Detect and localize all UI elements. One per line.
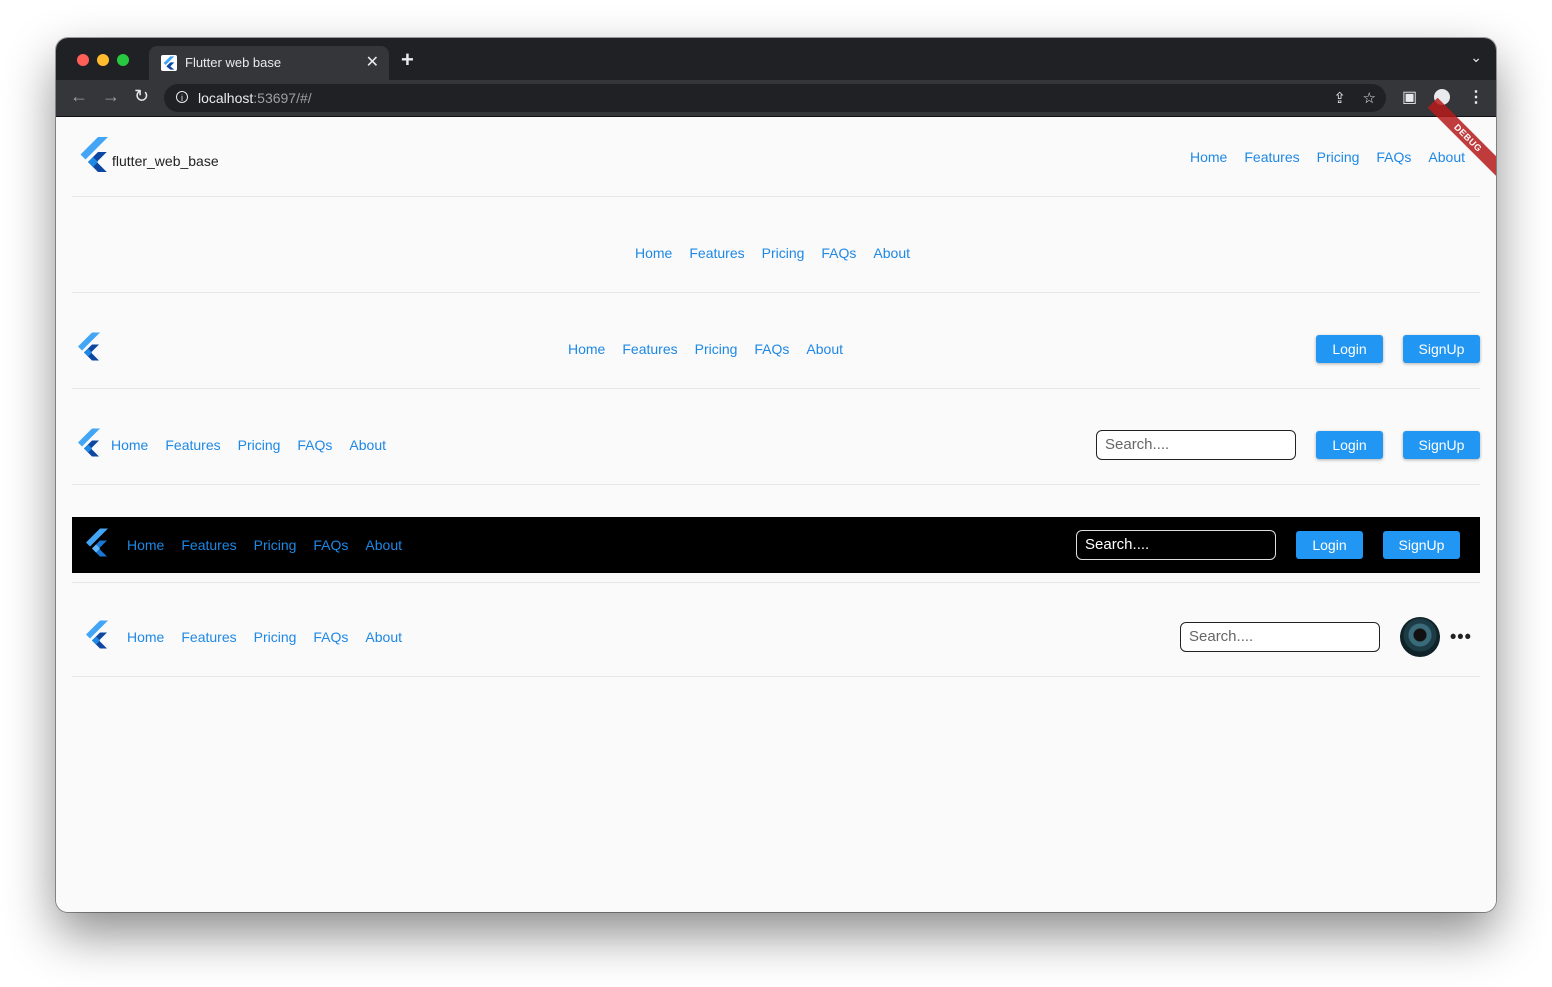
nav-faqs-link[interactable]: FAQs: [1376, 149, 1411, 165]
divider: [72, 582, 1480, 583]
kebab-menu-icon[interactable]: ⋮: [1468, 87, 1484, 107]
flutter-logo-icon[interactable]: [84, 528, 108, 563]
browser-toolbar: ← → ↻ i localhost:53697/#/ ⇪ ☆ ▣ ⋮: [56, 80, 1496, 117]
nav-about-link[interactable]: About: [806, 341, 843, 357]
login-button[interactable]: Login: [1316, 430, 1383, 459]
nav-links: Home Features Pricing FAQs About: [127, 629, 402, 645]
login-button[interactable]: Login: [1316, 334, 1383, 363]
nav-about-link[interactable]: About: [349, 437, 386, 453]
nav-home-link[interactable]: Home: [635, 245, 672, 261]
search-input[interactable]: Search....: [1180, 621, 1380, 652]
flutter-logo-icon[interactable]: [84, 619, 108, 654]
login-button[interactable]: Login: [1296, 531, 1363, 559]
reload-icon[interactable]: ↻: [134, 86, 149, 107]
nav-pricing-link[interactable]: Pricing: [1317, 149, 1360, 165]
nav-features-link[interactable]: Features: [1244, 149, 1299, 165]
nav-faqs-link[interactable]: FAQs: [297, 437, 332, 453]
share-icon[interactable]: ⇪: [1333, 89, 1346, 107]
nav-features-link[interactable]: Features: [181, 537, 236, 553]
signup-button[interactable]: SignUp: [1403, 430, 1480, 459]
more-options-icon[interactable]: •••: [1450, 626, 1472, 647]
nav-faqs-link[interactable]: FAQs: [313, 537, 348, 553]
navbar-2: Home Features Pricing FAQs About: [72, 213, 1480, 293]
nav-links: Home Features Pricing FAQs About: [1190, 149, 1465, 165]
nav-links: Home Features Pricing FAQs About: [127, 537, 402, 553]
search-input[interactable]: Search....: [1096, 429, 1296, 460]
forward-arrow-icon[interactable]: →: [102, 86, 120, 107]
nav-links: Home Features Pricing FAQs About: [635, 245, 910, 261]
nav-pricing-link[interactable]: Pricing: [762, 245, 805, 261]
close-tab-icon[interactable]: ✕: [366, 52, 379, 72]
nav-home-link[interactable]: Home: [127, 629, 164, 645]
signup-button[interactable]: SignUp: [1383, 531, 1460, 559]
navbar-5-dark: Home Features Pricing FAQs About Search.…: [72, 517, 1480, 573]
nav-faqs-link[interactable]: FAQs: [754, 341, 789, 357]
nav-links: Home Features Pricing FAQs About: [568, 341, 843, 357]
nav-home-link[interactable]: Home: [568, 341, 605, 357]
nav-faqs-link[interactable]: FAQs: [313, 629, 348, 645]
nav-home-link[interactable]: Home: [127, 537, 164, 553]
nav-about-link[interactable]: About: [1428, 149, 1465, 165]
browser-tab[interactable]: Flutter web base ✕: [149, 46, 389, 80]
bookmark-star-icon[interactable]: ☆: [1363, 89, 1376, 107]
flutter-logo-icon[interactable]: [76, 331, 100, 366]
new-tab-icon[interactable]: +: [401, 47, 414, 73]
tab-search-chevron-down-icon[interactable]: ⌄: [1470, 49, 1482, 66]
tab-strip: Flutter web base ✕ + ⌄: [56, 38, 1496, 80]
minimize-window-button[interactable]: [97, 54, 109, 66]
user-avatar[interactable]: [1400, 616, 1440, 657]
flutter-logo-icon[interactable]: [78, 135, 108, 178]
search-input[interactable]: Search....: [1076, 530, 1276, 560]
nav-links: Home Features Pricing FAQs About: [111, 437, 386, 453]
nav-pricing-link[interactable]: Pricing: [238, 437, 281, 453]
navbar-6: Home Features Pricing FAQs About Search.…: [72, 597, 1480, 677]
nav-pricing-link[interactable]: Pricing: [254, 537, 297, 553]
nav-features-link[interactable]: Features: [181, 629, 236, 645]
address-bar[interactable]: i localhost:53697/#/ ⇪ ☆: [164, 84, 1386, 112]
navbar-4: Home Features Pricing FAQs About Search.…: [72, 405, 1480, 485]
navbar-3: Home Features Pricing FAQs About Login S…: [72, 309, 1480, 389]
browser-window: Flutter web base ✕ + ⌄ ← → ↻ i localhost…: [56, 38, 1496, 912]
nav-home-link[interactable]: Home: [1190, 149, 1227, 165]
nav-about-link[interactable]: About: [365, 537, 402, 553]
nav-features-link[interactable]: Features: [689, 245, 744, 261]
nav-pricing-link[interactable]: Pricing: [695, 341, 738, 357]
side-panel-icon[interactable]: ▣: [1402, 87, 1417, 107]
signup-button[interactable]: SignUp: [1403, 334, 1480, 363]
nav-faqs-link[interactable]: FAQs: [821, 245, 856, 261]
flutter-favicon-icon: [161, 55, 177, 71]
navbar-1: flutter_web_base Home Features Pricing F…: [72, 117, 1480, 197]
nav-about-link[interactable]: About: [365, 629, 402, 645]
url-text: localhost:53697/#/: [198, 90, 312, 106]
nav-features-link[interactable]: Features: [165, 437, 220, 453]
flutter-logo-icon[interactable]: [76, 427, 100, 462]
page-content: DEBUG flutter_web_base Home Features Pri…: [56, 97, 1496, 912]
back-arrow-icon[interactable]: ←: [70, 86, 88, 107]
tab-title: Flutter web base: [185, 55, 282, 70]
nav-features-link[interactable]: Features: [622, 341, 677, 357]
brand-name: flutter_web_base: [112, 153, 219, 169]
nav-home-link[interactable]: Home: [111, 437, 148, 453]
nav-pricing-link[interactable]: Pricing: [254, 629, 297, 645]
site-info-icon[interactable]: i: [176, 91, 188, 103]
nav-about-link[interactable]: About: [873, 245, 910, 261]
close-window-button[interactable]: [77, 54, 89, 66]
maximize-window-button[interactable]: [117, 54, 129, 66]
